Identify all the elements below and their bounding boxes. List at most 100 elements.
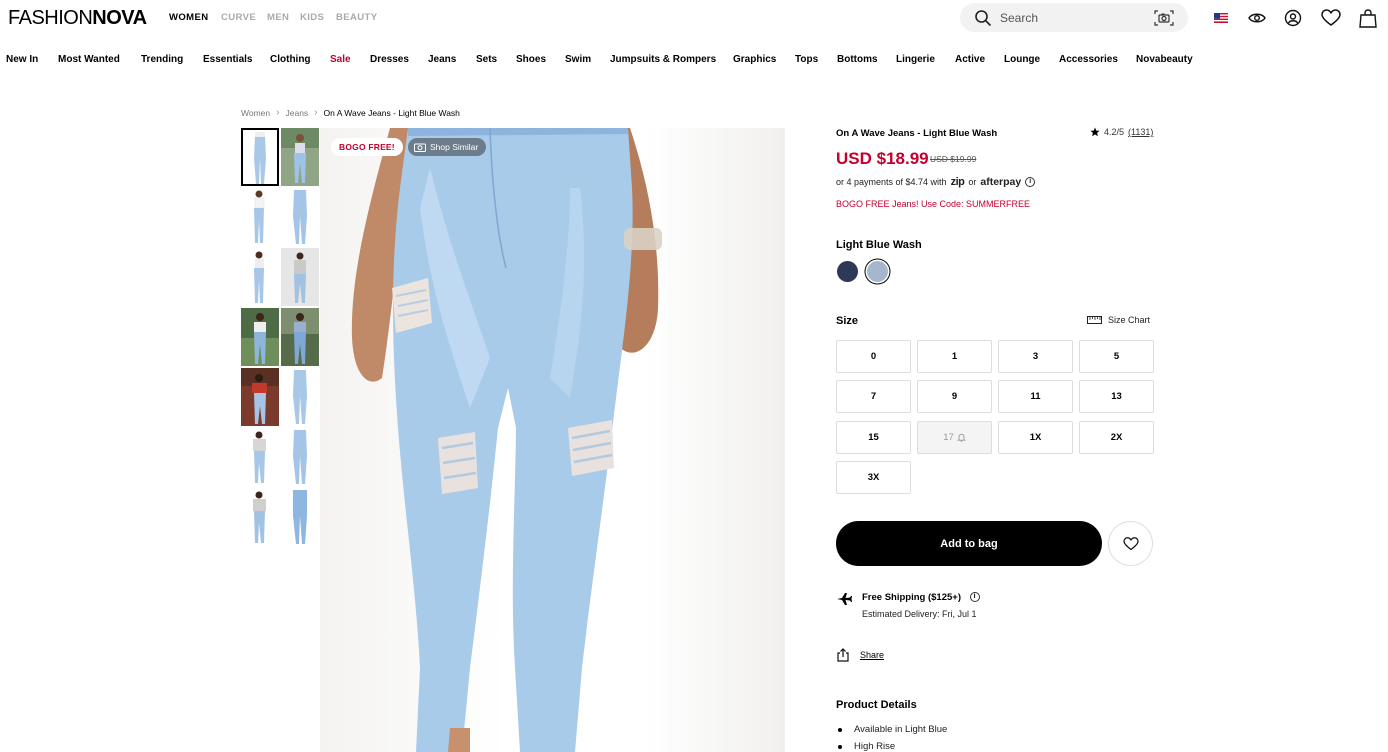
chevron-right-icon: › xyxy=(276,107,280,118)
us-flag-icon[interactable] xyxy=(1210,7,1232,29)
size-chart-link[interactable]: Size Chart xyxy=(1087,315,1150,325)
product-rating[interactable]: 4.2/5 (1131) xyxy=(1090,127,1153,137)
nav-essentials[interactable]: Essentials xyxy=(203,54,252,65)
installments-text: or 4 payments of $4.74 with xyxy=(836,177,947,187)
search-icon[interactable] xyxy=(974,9,992,27)
camera-icon xyxy=(414,143,426,152)
nav-most-wanted[interactable]: Most Wanted xyxy=(58,54,120,65)
product-details-heading[interactable]: Product Details xyxy=(836,699,917,711)
promo-text: BOGO FREE Jeans! Use Code: SUMMERFREE xyxy=(836,199,1031,209)
search-input[interactable] xyxy=(1000,9,1140,27)
thumbnail-2[interactable] xyxy=(281,128,319,186)
size-15[interactable]: 15 xyxy=(836,421,911,454)
shipping-info-icon[interactable]: i xyxy=(969,592,980,603)
nav-active[interactable]: Active xyxy=(955,54,985,65)
thumbnail-14[interactable] xyxy=(281,488,319,546)
dept-beauty[interactable]: BEAUTY xyxy=(336,12,377,23)
shop-similar-button[interactable]: Shop Similar xyxy=(408,138,487,156)
size-11[interactable]: 11 xyxy=(998,380,1073,413)
camera-search-icon[interactable] xyxy=(1154,9,1174,27)
dept-women[interactable]: WOMEN xyxy=(169,12,208,23)
breadcrumb-current: On A Wave Jeans - Light Blue Wash xyxy=(323,107,460,118)
dept-kids[interactable]: KIDS xyxy=(300,12,324,23)
review-count[interactable]: (1131) xyxy=(1128,127,1153,137)
dept-men[interactable]: MEN xyxy=(267,12,289,23)
add-to-wishlist-button[interactable] xyxy=(1108,521,1153,566)
search-bar xyxy=(960,3,1188,32)
thumbnail-7[interactable] xyxy=(241,308,279,366)
current-price: USD $18.99 xyxy=(836,149,929,168)
nav-new-in[interactable]: New In xyxy=(6,54,38,65)
original-price: USD $19.99 xyxy=(930,154,977,164)
afterpay-logo: afterpay xyxy=(980,176,1022,188)
free-shipping-info: Free Shipping ($125+) i xyxy=(862,592,980,603)
thumbnail-12[interactable] xyxy=(281,428,319,486)
size-13[interactable]: 13 xyxy=(1079,380,1154,413)
nav-novabeauty[interactable]: Novabeauty xyxy=(1136,54,1193,65)
breadcrumb-jeans[interactable]: Jeans xyxy=(285,108,308,118)
bogo-badge: BOGO FREE! xyxy=(331,138,403,156)
logo-text-nova: NOVA xyxy=(92,7,147,29)
share-button[interactable]: Share xyxy=(836,648,884,662)
nav-trending[interactable]: Trending xyxy=(141,54,183,65)
thumbnail-1[interactable] xyxy=(241,128,279,186)
thumbnail-13[interactable] xyxy=(241,488,279,546)
size-1[interactable]: 1 xyxy=(917,340,992,373)
nav-jumpsuits-rompers[interactable]: Jumpsuits & Rompers xyxy=(610,54,716,65)
thumbnail-5[interactable] xyxy=(241,248,279,306)
dept-curve[interactable]: CURVE xyxy=(221,12,256,23)
free-shipping-label: Free Shipping ($125+) xyxy=(862,592,961,603)
nav-lounge[interactable]: Lounge xyxy=(1004,54,1040,65)
info-icon[interactable]: i xyxy=(1025,177,1036,187)
account-icon[interactable] xyxy=(1282,7,1304,29)
bell-icon xyxy=(956,433,966,442)
thumbnail-8[interactable] xyxy=(281,308,319,366)
airplane-icon xyxy=(837,593,852,605)
nav-swim[interactable]: Swim xyxy=(565,54,591,65)
nav-accessories[interactable]: Accessories xyxy=(1059,54,1118,65)
category-nav: New In Most Wanted Trending Essentials C… xyxy=(0,54,1388,68)
swatch-dark-wash[interactable] xyxy=(837,261,858,282)
nav-jeans[interactable]: Jeans xyxy=(428,54,456,65)
add-to-bag-button[interactable]: Add to bag xyxy=(836,521,1102,566)
size-9[interactable]: 9 xyxy=(917,380,992,413)
logo-text-fashion: FASHION xyxy=(8,7,93,29)
thumbnail-11[interactable] xyxy=(241,428,279,486)
nav-dresses[interactable]: Dresses xyxy=(370,54,409,65)
thumbnail-10[interactable] xyxy=(281,368,319,426)
size-3x[interactable]: 3X xyxy=(836,461,911,494)
thumbnail-3[interactable] xyxy=(241,188,279,246)
nav-shoes[interactable]: Shoes xyxy=(516,54,546,65)
fashion-nova-logo[interactable]: FASHIONNOVA xyxy=(8,7,147,29)
size-2x[interactable]: 2X xyxy=(1079,421,1154,454)
nav-clothing[interactable]: Clothing xyxy=(270,54,311,65)
thumbnail-6[interactable] xyxy=(281,248,319,306)
share-icon xyxy=(837,648,849,662)
zip-logo: zip xyxy=(950,176,965,188)
swatch-light-blue-wash[interactable] xyxy=(867,261,888,282)
size-3[interactable]: 3 xyxy=(998,340,1073,373)
nav-bottoms[interactable]: Bottoms xyxy=(837,54,878,65)
thumbnail-4[interactable] xyxy=(281,188,319,246)
star-icon xyxy=(1090,127,1100,137)
thumbnail-9[interactable] xyxy=(241,368,279,426)
size-0[interactable]: 0 xyxy=(836,340,911,373)
installments-info: or 4 payments of $4.74 with zip or after… xyxy=(836,175,1036,189)
estimated-delivery: Estimated Delivery: Fri, Jul 1 xyxy=(862,609,977,619)
nav-sale[interactable]: Sale xyxy=(330,54,351,65)
size-17-out-of-stock[interactable]: 17 xyxy=(917,421,992,454)
nav-sets[interactable]: Sets xyxy=(476,54,497,65)
selected-color-label: Light Blue Wash xyxy=(836,239,922,251)
shopping-bag-icon[interactable] xyxy=(1357,7,1379,29)
heart-icon xyxy=(1122,536,1139,550)
breadcrumb-women[interactable]: Women xyxy=(241,108,270,118)
main-product-image[interactable] xyxy=(320,128,785,752)
nav-tops[interactable]: Tops xyxy=(795,54,818,65)
size-5[interactable]: 5 xyxy=(1079,340,1154,373)
wishlist-heart-icon[interactable] xyxy=(1320,7,1342,29)
eye-icon[interactable] xyxy=(1246,7,1268,29)
nav-graphics[interactable]: Graphics xyxy=(733,54,776,65)
size-1x[interactable]: 1X xyxy=(998,421,1073,454)
size-7[interactable]: 7 xyxy=(836,380,911,413)
nav-lingerie[interactable]: Lingerie xyxy=(896,54,935,65)
